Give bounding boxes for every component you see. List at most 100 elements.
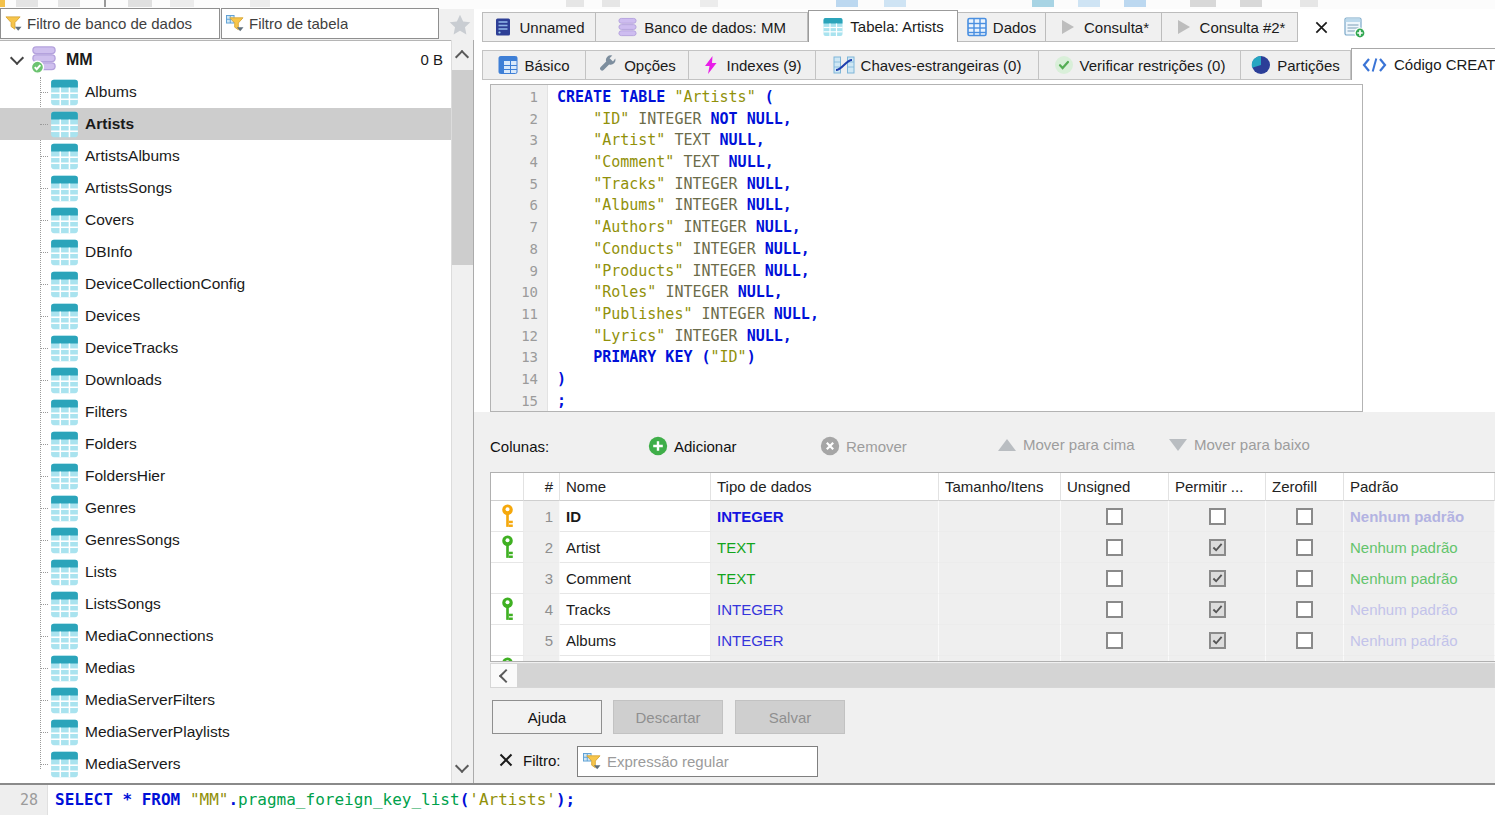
editor-tab-op-es[interactable]: Opções xyxy=(586,50,689,80)
column-row-tracks[interactable]: 4TracksINTEGERNenhum padrão xyxy=(491,594,1495,625)
checkbox-checked[interactable] xyxy=(1209,570,1226,587)
tree-item-table-genres[interactable]: Genres xyxy=(0,492,451,524)
filter-close-icon[interactable] xyxy=(497,751,514,768)
grid-header-key[interactable] xyxy=(491,473,524,501)
checkbox-checked[interactable] xyxy=(1209,539,1226,556)
tree-item-table-mediaservers[interactable]: MediaServers xyxy=(0,748,451,780)
database-tree[interactable]: MM0 BAlbumsArtistsArtistsAlbumsArtistsSo… xyxy=(0,40,451,783)
ajuda-button[interactable]: Ajuda xyxy=(492,700,602,734)
editor-tab-indexes-9-[interactable]: Indexes (9) xyxy=(689,50,816,80)
column-row-partial[interactable] xyxy=(491,656,1495,662)
checkbox-unchecked[interactable] xyxy=(1106,601,1123,618)
editor-tab-parti-es[interactable]: Partições xyxy=(1241,50,1351,80)
grid-scrollbar-thumb[interactable] xyxy=(517,664,1494,687)
checkbox-checked[interactable] xyxy=(1209,601,1226,618)
session-tab-unnamed[interactable]: Unnamed xyxy=(482,12,596,42)
grid-filter-input[interactable]: Expressão regular xyxy=(577,746,818,777)
checkbox-unchecked[interactable] xyxy=(1296,601,1313,618)
columns-action-remover[interactable]: Remover xyxy=(820,436,907,456)
checkbox-unchecked[interactable] xyxy=(1106,632,1123,649)
session-tab-dados[interactable]: Dados xyxy=(958,12,1046,42)
tree-item-table-foldershier[interactable]: FoldersHier xyxy=(0,460,451,492)
checkbox-unchecked[interactable] xyxy=(1106,539,1123,556)
grid-header-permitir-[interactable]: Permitir ... xyxy=(1169,473,1266,501)
session-tab-consulta-[interactable]: Consulta* xyxy=(1046,12,1162,42)
columns-grid[interactable]: #NomeTipo de dadosTamanho/ItensUnsignedP… xyxy=(490,472,1495,662)
grid-header-tamanho-itens[interactable]: Tamanho/Itens xyxy=(939,473,1061,501)
new-query-tab-icon[interactable] xyxy=(1343,16,1366,39)
tree-item-table-medias[interactable]: Medias xyxy=(0,652,451,684)
tree-scrollbar-thumb[interactable] xyxy=(452,70,473,265)
salvar-button[interactable]: Salvar xyxy=(735,700,845,734)
tree-item-table-devicetracks[interactable]: DeviceTracks xyxy=(0,332,451,364)
grid-horizontal-scrollbar[interactable] xyxy=(490,663,1495,688)
tree-item-table-covers[interactable]: Covers xyxy=(0,204,451,236)
tree-item-table-artistsalbums[interactable]: ArtistsAlbums xyxy=(0,140,451,172)
star-icon[interactable] xyxy=(447,12,473,38)
editor-tab-verificar-restri-es-0-[interactable]: Verificar restrições (0) xyxy=(1039,50,1241,80)
editor-tab-chaves-estrangeiras-0-[interactable]: Chaves-estrangeiras (0) xyxy=(816,50,1039,80)
check-icon xyxy=(1054,55,1074,75)
checkbox-unchecked[interactable] xyxy=(1209,508,1226,525)
tree-item-table-lists[interactable]: Lists xyxy=(0,556,451,588)
descartar-button[interactable]: Descartar xyxy=(613,700,723,734)
tree-item-table-genressongs[interactable]: GenresSongs xyxy=(0,524,451,556)
close-tab-icon[interactable] xyxy=(1314,20,1329,35)
grid-header-padr-o[interactable]: Padrão xyxy=(1344,473,1495,501)
checkbox-unchecked[interactable] xyxy=(1296,539,1313,556)
tree-item-table-artistssongs[interactable]: ArtistsSongs xyxy=(0,172,451,204)
checkbox-unchecked[interactable] xyxy=(1296,508,1313,525)
column-row-comment[interactable]: 3CommentTEXTNenhum padrão xyxy=(491,563,1495,594)
columns-action-mover-para-baixo[interactable]: Mover para baixo xyxy=(1168,436,1310,453)
table-filter-placeholder: Filtro de tabela xyxy=(249,15,348,32)
tree-item-table-albums[interactable]: Albums xyxy=(0,76,451,108)
checkbox-unchecked[interactable] xyxy=(1296,570,1313,587)
grid-header-unsigned[interactable]: Unsigned xyxy=(1061,473,1169,501)
tree-item-table-devices[interactable]: Devices xyxy=(0,300,451,332)
checkbox-unchecked[interactable] xyxy=(1296,632,1313,649)
grid-header-nome[interactable]: Nome xyxy=(560,473,711,501)
column-row-albums[interactable]: 5AlbumsINTEGERNenhum padrão xyxy=(491,625,1495,656)
scroll-down-icon[interactable] xyxy=(455,759,469,773)
tree-item-table-filters[interactable]: Filters xyxy=(0,396,451,428)
grid-header-#[interactable]: # xyxy=(524,473,560,501)
create-code-editor[interactable]: 123456789101112131415 CREATE TABLE "Arti… xyxy=(490,84,1363,412)
database-filter-input[interactable]: Filtro de banco de dados xyxy=(0,8,220,39)
session-tab-tabela-artists[interactable]: Tabela: Artists xyxy=(808,10,958,42)
checkbox-checked[interactable] xyxy=(1209,632,1226,649)
tree-item-table-mediaserverfilters[interactable]: MediaServerFilters xyxy=(0,684,451,716)
table-funnel-icon-input[interactable]: Filtro de tabela xyxy=(221,8,439,39)
session-tab-consulta-2-[interactable]: Consulta #2* xyxy=(1162,12,1298,42)
toolbar-fragment xyxy=(1078,0,1100,7)
tree-item-table-mediaserverplaylists[interactable]: MediaServerPlaylists xyxy=(0,716,451,748)
tree-table-icon xyxy=(49,621,80,652)
columns-action-mover-para-cima[interactable]: Mover para cima xyxy=(997,436,1135,453)
tree-table-icon xyxy=(49,269,80,300)
scroll-up-icon[interactable] xyxy=(455,50,469,64)
editor-tab-c-digo-create[interactable]: Código CREATE xyxy=(1351,48,1495,80)
tree-item-table-dbinfo[interactable]: DBInfo xyxy=(0,236,451,268)
column-row-artist[interactable]: 2ArtistTEXTNenhum padrão xyxy=(491,532,1495,563)
session-tab-banco-de-dados-mm[interactable]: Banco de dados: MM xyxy=(596,12,808,42)
editor-tab-b-sico[interactable]: Básico xyxy=(482,50,586,80)
editor-code[interactable]: CREATE TABLE "Artists" ( "ID" INTEGER NO… xyxy=(548,85,819,411)
tree-scrollbar[interactable] xyxy=(451,40,474,783)
index-key-icon xyxy=(499,656,516,662)
column-row-id[interactable]: 1IDINTEGERNenhum padrão xyxy=(491,501,1495,532)
scroll-left-button[interactable] xyxy=(491,664,517,687)
tree-item-table-devicecollectionconfig[interactable]: DeviceCollectionConfig xyxy=(0,268,451,300)
tree-item-table-downloads[interactable]: Downloads xyxy=(0,364,451,396)
checkbox-unchecked[interactable] xyxy=(1106,508,1123,525)
tree-item-table-listssongs[interactable]: ListsSongs xyxy=(0,588,451,620)
tree-item-table-mediaconnections[interactable]: MediaConnections xyxy=(0,620,451,652)
grid-header-zerofill[interactable]: Zerofill xyxy=(1266,473,1344,501)
grid-header-tipo-de-dados[interactable]: Tipo de dados xyxy=(711,473,939,501)
expander-chevron-icon[interactable] xyxy=(10,50,24,64)
checkbox-unchecked[interactable] xyxy=(1106,570,1123,587)
tree-item-database[interactable]: MM0 B xyxy=(0,43,451,76)
tree-item-table-artists[interactable]: Artists xyxy=(0,108,451,140)
tree-item-table-folders[interactable]: Folders xyxy=(0,428,451,460)
tree-table-icon xyxy=(49,173,80,204)
action-label: Remover xyxy=(846,438,907,455)
columns-action-adicionar[interactable]: Adicionar xyxy=(648,436,737,456)
